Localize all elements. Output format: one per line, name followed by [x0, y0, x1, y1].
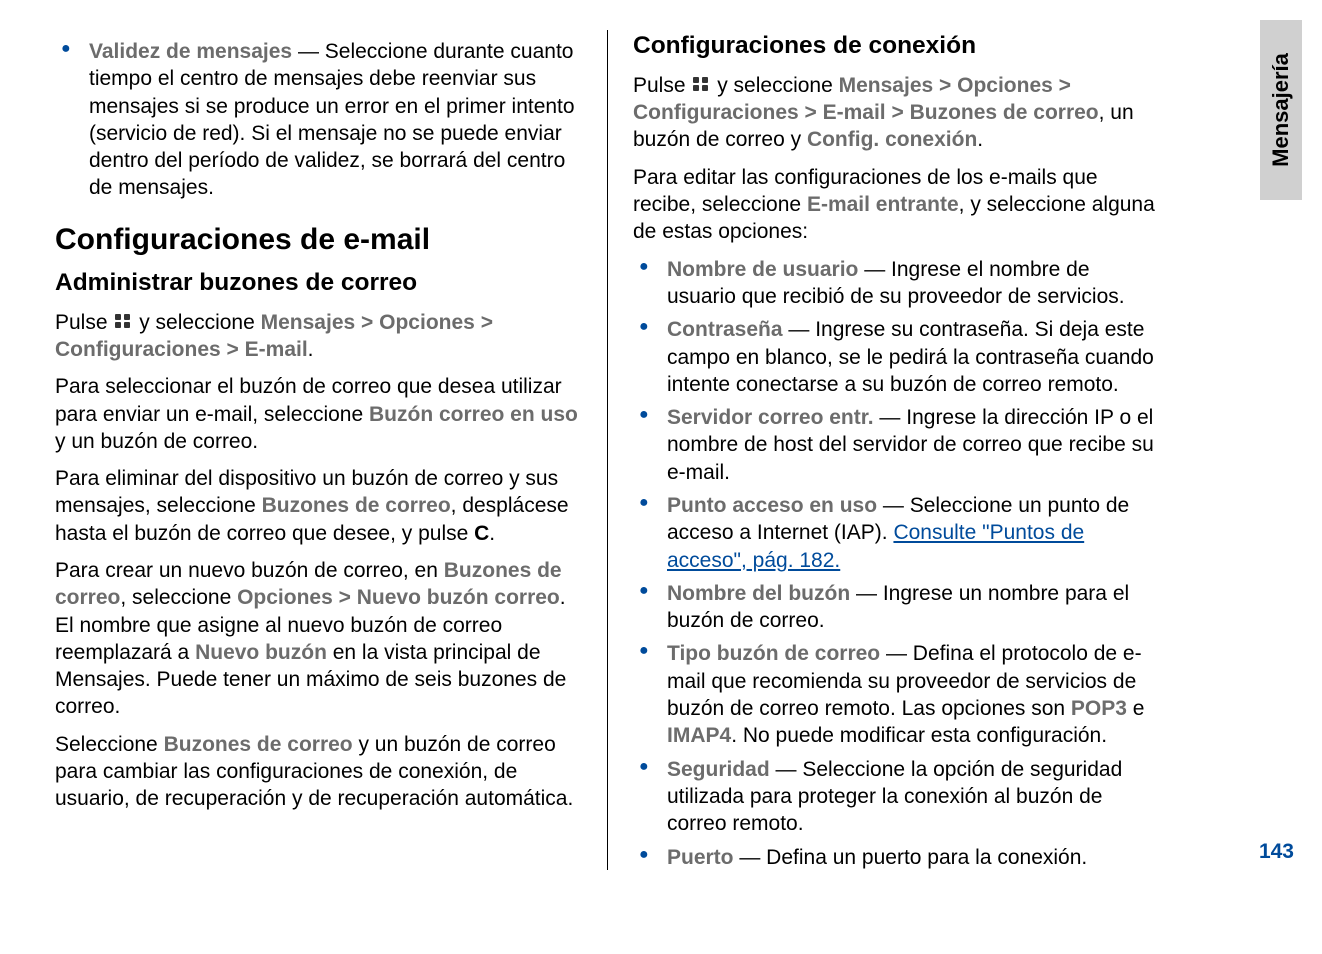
- list-item: Nombre del buzón — Ingrese un nombre par…: [633, 580, 1160, 635]
- paragraph: Pulse y seleccione Mensajes > Opciones >…: [633, 72, 1160, 154]
- menu-key-icon: [691, 74, 711, 94]
- term: Validez de mensajes: [89, 40, 292, 63]
- paragraph: Para crear un nuevo buzón de correo, en …: [55, 557, 582, 721]
- list-item: Puerto — Defina un puerto para la conexi…: [633, 844, 1160, 871]
- page-content: Validez de mensajes — Seleccione durante…: [0, 0, 1200, 900]
- heading-email-config: Configuraciones de e-mail: [55, 220, 582, 259]
- left-column: Validez de mensajes — Seleccione durante…: [55, 30, 608, 870]
- list-item: Punto acceso en uso — Seleccione un punt…: [633, 492, 1160, 574]
- paragraph: Para eliminar del dispositivo un buzón d…: [55, 465, 582, 547]
- menu-key-icon: [113, 311, 133, 331]
- list-item: Validez de mensajes — Seleccione durante…: [55, 38, 582, 202]
- heading-manage-mailboxes: Administrar buzones de correo: [55, 267, 582, 299]
- heading-connection-config: Configuraciones de conexión: [633, 30, 1160, 62]
- paragraph: Para editar las configuraciones de los e…: [633, 164, 1160, 246]
- right-column: Configuraciones de conexión Pulse y sele…: [608, 30, 1160, 870]
- list-item: Nombre de usuario — Ingrese el nombre de…: [633, 256, 1160, 311]
- options-list: Nombre de usuario — Ingrese el nombre de…: [633, 256, 1160, 871]
- section-tab: Mensajería: [1260, 20, 1302, 200]
- list-item: Servidor correo entr. — Ingrese la direc…: [633, 404, 1160, 486]
- list-item: Contraseña — Ingrese su contraseña. Si d…: [633, 316, 1160, 398]
- list-item: Tipo buzón de correo — Defina el protoco…: [633, 640, 1160, 749]
- page-number: 143: [1259, 840, 1294, 864]
- text: — Seleccione durante cuanto tiempo el ce…: [89, 40, 575, 199]
- paragraph: Pulse y seleccione Mensajes > Opciones >…: [55, 309, 582, 364]
- paragraph: Para seleccionar el buzón de correo que …: [55, 373, 582, 455]
- list-item: Seguridad — Seleccione la opción de segu…: [633, 756, 1160, 838]
- paragraph: Seleccione Buzones de correo y un buzón …: [55, 731, 582, 813]
